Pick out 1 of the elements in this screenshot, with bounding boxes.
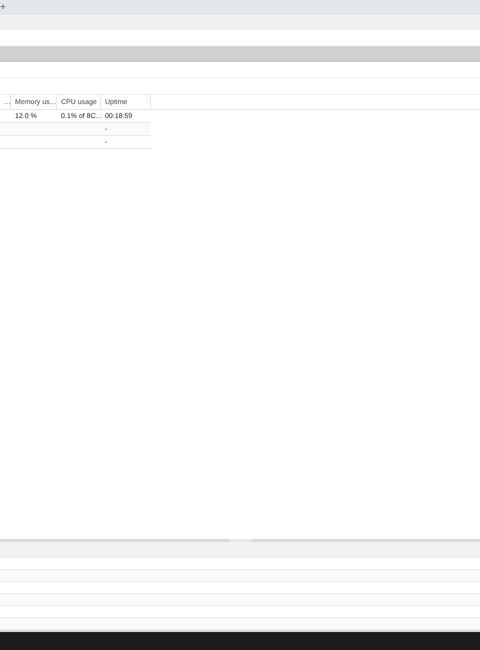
new-tab-button[interactable]: + [0, 0, 6, 14]
